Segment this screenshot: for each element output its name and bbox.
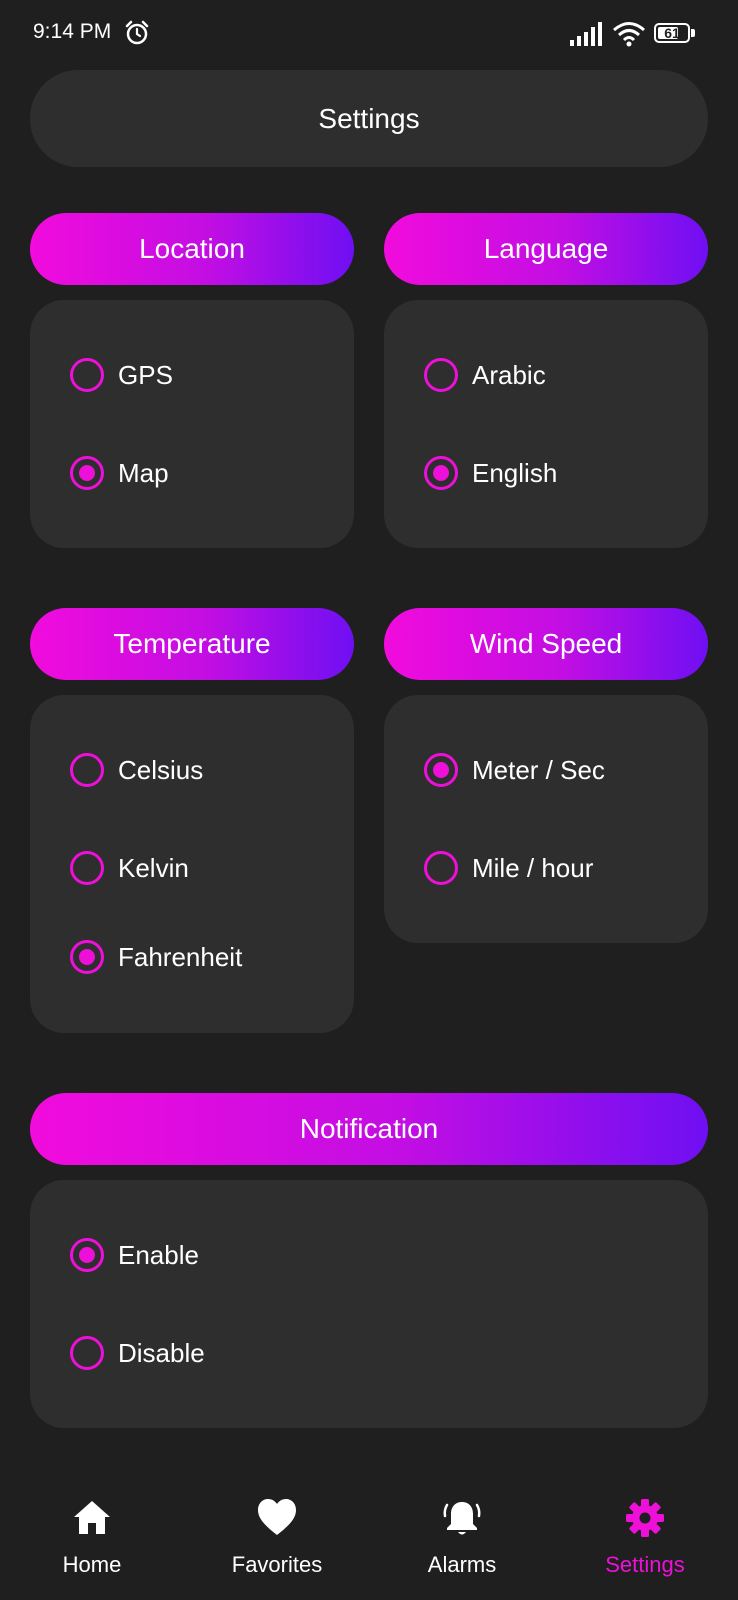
language-header: Language <box>384 213 708 285</box>
temperature-option-celsius[interactable]: Celsius <box>70 750 203 790</box>
temperature-option-fahrenheit[interactable]: Fahrenheit <box>70 937 242 977</box>
option-label: Fahrenheit <box>118 941 243 972</box>
location-header: Location <box>30 213 354 285</box>
radio-button[interactable] <box>70 851 104 885</box>
radio-button[interactable] <box>70 358 104 392</box>
notification-option-disable[interactable]: Disable <box>70 1333 205 1373</box>
nav-label: Alarms <box>427 1552 497 1577</box>
language-title: Language <box>483 233 609 264</box>
temperature-header: Temperature <box>30 608 354 680</box>
location-option-gps[interactable]: GPS <box>70 355 173 395</box>
location-card: GPS Map <box>30 300 354 548</box>
nav-item-favorites[interactable]: Favorites <box>197 1490 357 1600</box>
nav-label: Favorites <box>231 1552 323 1577</box>
wind-speed-option-mile-hour[interactable]: Mile / hour <box>424 848 593 888</box>
heart-icon <box>258 1499 296 1535</box>
option-label: Celsius <box>118 754 204 785</box>
nav-item-alarms[interactable]: Alarms <box>382 1490 542 1600</box>
language-option-english[interactable]: English <box>424 453 557 493</box>
language-option-arabic[interactable]: Arabic <box>424 355 546 395</box>
language-card: Arabic English <box>384 300 708 548</box>
alarm-clock-icon <box>125 20 149 45</box>
notification-card: Enable Disable <box>30 1180 708 1428</box>
option-label: Disable <box>118 1337 205 1368</box>
battery-icon: 61 <box>654 23 696 45</box>
battery-level: 61 <box>664 25 680 41</box>
temperature-card: Celsius Kelvin Fahrenheit <box>30 695 354 1033</box>
nav-item-settings[interactable]: Settings <box>565 1490 725 1600</box>
wifi-icon <box>613 22 645 47</box>
temperature-option-kelvin[interactable]: Kelvin <box>70 848 189 888</box>
nav-label: Settings <box>605 1552 685 1577</box>
bottom-nav: Home Favorites Alarms Settings <box>0 1490 738 1600</box>
signal-icon <box>570 22 602 46</box>
option-label: GPS <box>118 359 173 390</box>
page-title-bar: Settings <box>30 70 708 167</box>
radio-button[interactable] <box>424 851 458 885</box>
home-icon <box>74 1501 110 1534</box>
page-title: Settings <box>318 102 420 134</box>
nav-item-home[interactable]: Home <box>12 1490 172 1600</box>
radio-button[interactable] <box>70 456 104 490</box>
option-label: Enable <box>118 1239 199 1270</box>
option-label: Kelvin <box>118 852 189 883</box>
radio-button[interactable] <box>70 940 104 974</box>
nav-label: Home <box>62 1552 122 1577</box>
option-label: Arabic <box>472 359 546 390</box>
radio-button[interactable] <box>424 753 458 787</box>
wind-speed-header: Wind Speed <box>384 608 708 680</box>
radio-button[interactable] <box>424 358 458 392</box>
location-title: Location <box>139 233 245 264</box>
radio-button[interactable] <box>70 1336 104 1370</box>
gear-icon <box>626 1499 664 1537</box>
status-time: 9:14 PM <box>33 20 112 43</box>
option-label: Mile / hour <box>472 852 594 883</box>
wind-speed-option-meter-sec[interactable]: Meter / Sec <box>424 750 605 790</box>
radio-button[interactable] <box>424 456 458 490</box>
radio-button[interactable] <box>70 1238 104 1272</box>
option-label: Map <box>118 457 169 488</box>
status-bar: 9:14 PM 61 <box>0 0 738 70</box>
location-option-map[interactable]: Map <box>70 453 169 493</box>
bell-icon <box>443 1502 481 1535</box>
temperature-title: Temperature <box>113 628 271 659</box>
option-label: Meter / Sec <box>472 754 605 785</box>
wind-speed-title: Wind Speed <box>469 628 623 659</box>
radio-button[interactable] <box>70 753 104 787</box>
notification-title: Notification <box>299 1113 439 1144</box>
option-label: English <box>472 457 558 488</box>
wind-speed-card: Meter / Sec Mile / hour <box>384 695 708 943</box>
notification-header: Notification <box>30 1093 708 1165</box>
notification-option-enable[interactable]: Enable <box>70 1235 199 1275</box>
